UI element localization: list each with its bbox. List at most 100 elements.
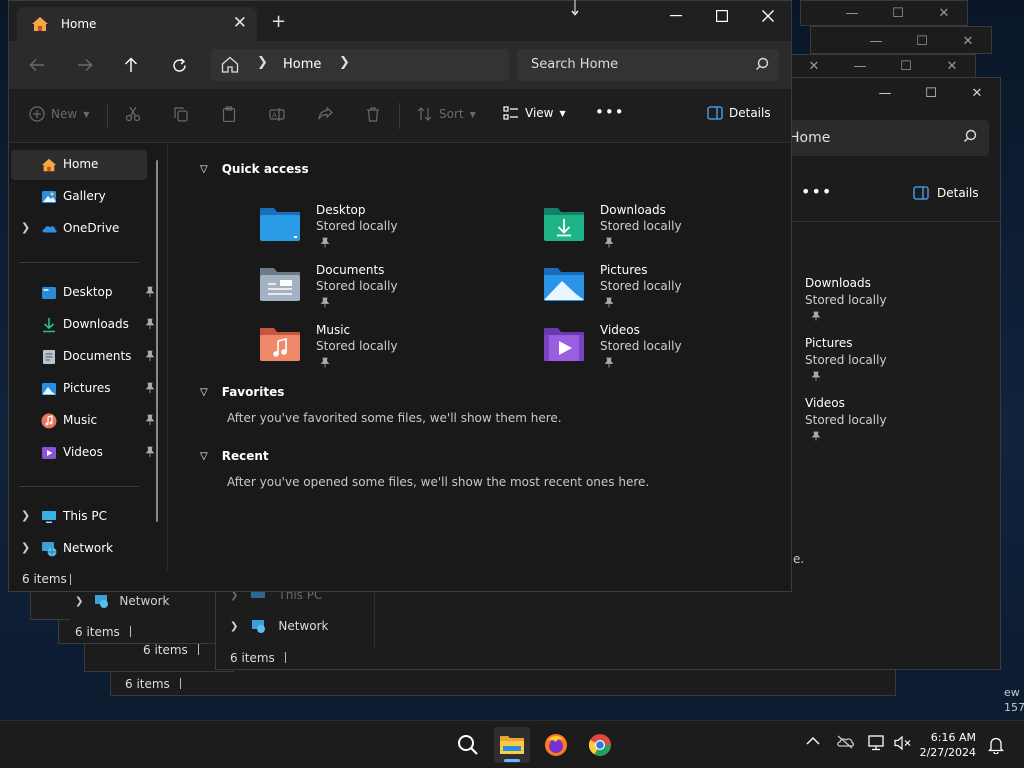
chevron-right-icon[interactable]: ❯ [339, 55, 350, 70]
quick-access-item-music[interactable]: Music Stored locally [258, 323, 508, 378]
quick-access-item-downloads[interactable]: Downloads Stored locally [542, 203, 792, 258]
sidebar-item-videos[interactable]: Videos [11, 438, 155, 468]
sidebar-item-music[interactable]: Music [11, 406, 155, 436]
refresh-button[interactable] [169, 55, 189, 75]
forward-arrow-icon [78, 59, 93, 71]
maximize-icon [716, 10, 728, 22]
new-button[interactable]: New ▼ [29, 106, 89, 122]
new-tab-button[interactable]: + [271, 11, 286, 32]
quick-access-item-videos[interactable]: Videos Stored locally [542, 323, 792, 378]
chevron-right-icon[interactable]: ❯ [257, 55, 268, 70]
chevron-right-icon[interactable]: ❯ [21, 541, 30, 554]
sort-button[interactable]: Sort ▼ [417, 106, 476, 122]
sidebar-scrollbar[interactable] [156, 160, 158, 522]
up-button[interactable] [121, 55, 141, 75]
network-label: Network [119, 594, 170, 608]
chevron-down-icon[interactable]: ▽ [200, 387, 208, 398]
maximize-icon[interactable]: ☐ [908, 86, 954, 101]
view-list-icon [503, 106, 518, 120]
scissors-icon [125, 106, 141, 122]
sidebar-item-gallery[interactable]: Gallery [11, 182, 147, 212]
sidebar-item-this-pc[interactable]: ❯ This PC [11, 502, 147, 532]
details-button[interactable]: Details [913, 186, 979, 200]
more-options-button[interactable]: ••• [595, 103, 625, 121]
sidebar-item-home[interactable]: Home [11, 150, 147, 180]
favorites-empty-message: After you've favorited some files, we'll… [227, 411, 562, 425]
clock-time: 6:16 AM [930, 731, 976, 744]
maximize-button[interactable] [699, 1, 745, 31]
quick-access-item-desktop[interactable]: Desktop Stored locally [258, 203, 508, 258]
search-input[interactable]: Search Home [517, 49, 779, 81]
breadcrumb-home[interactable]: Home [283, 57, 321, 72]
favorites-header[interactable]: ▽ Favorites [200, 385, 284, 399]
paste-button[interactable] [221, 106, 237, 122]
delete-button[interactable] [365, 106, 381, 122]
quick-access-header[interactable]: ▽ Quick access [200, 162, 309, 176]
close-window-button[interactable] [745, 1, 791, 31]
sidebar-item-downloads[interactable]: Downloads [11, 310, 155, 340]
pin-icon[interactable] [145, 382, 155, 394]
documents-folder-icon [43, 350, 55, 364]
pin-icon[interactable] [145, 318, 155, 330]
sidebar-item-onedrive[interactable]: ❯ OneDrive [11, 214, 147, 244]
quick-access-item-documents[interactable]: Documents Stored locally [258, 263, 508, 318]
search-icon [756, 57, 769, 70]
sidebar-item-desktop[interactable]: Desktop [11, 278, 155, 308]
pin-icon[interactable] [145, 350, 155, 362]
close-icon[interactable]: ✕ [954, 86, 1000, 101]
this-pc-icon [42, 511, 56, 523]
rename-button[interactable]: A [269, 106, 285, 122]
copy-button[interactable] [173, 106, 189, 122]
chevron-down-icon[interactable]: ▽ [200, 164, 208, 175]
chevron-right-icon[interactable]: ❯ [21, 221, 30, 234]
cut-button[interactable] [125, 106, 141, 122]
network-tray-button[interactable] [868, 735, 886, 754]
more-options-button[interactable]: ••• [801, 182, 832, 201]
taskbar-file-explorer-button[interactable] [494, 727, 530, 763]
sidebar-item-pictures[interactable]: Pictures [11, 374, 155, 404]
taskbar-chrome-button[interactable] [582, 727, 618, 763]
chevron-down-icon[interactable]: ▽ [200, 451, 208, 462]
show-hidden-icons-button[interactable] [806, 735, 820, 749]
sidebar-item-network[interactable]: ❯ Network [11, 534, 147, 564]
address-bar[interactable]: ❯ Home ❯ [211, 49, 509, 81]
share-button[interactable] [317, 106, 333, 122]
onedrive-tray-button[interactable] [836, 735, 855, 752]
recent-header[interactable]: ▽ Recent [200, 449, 269, 463]
pin-icon [320, 237, 330, 248]
taskbar-firefox-button[interactable] [538, 727, 574, 763]
details-button[interactable]: Details [707, 106, 771, 120]
network-status-icon [868, 735, 884, 751]
forward-button[interactable] [75, 55, 95, 75]
chevron-up-icon [806, 737, 820, 745]
pin-icon [320, 357, 330, 368]
documents-folder-icon [260, 268, 300, 301]
taskbar-search-button[interactable] [450, 727, 486, 763]
taskbar-clock[interactable]: 6:16 AM 2/27/2024 [920, 730, 976, 760]
recent-empty-message: After you've opened some files, we'll sh… [227, 475, 650, 489]
view-button[interactable]: View ▼ [503, 106, 566, 120]
pin-icon[interactable] [145, 414, 155, 426]
search-input[interactable]: Home [775, 120, 989, 156]
title-bar[interactable]: Home ✕ + [9, 1, 791, 41]
navigation-bar: ❯ Home ❯ Search Home [9, 41, 791, 89]
quick-access-item[interactable]: Downloads Stored locally [805, 276, 887, 324]
pin-icon [811, 311, 821, 321]
pin-icon[interactable] [145, 446, 155, 458]
chevron-right-icon[interactable]: ❯ [21, 509, 30, 522]
sidebar-item-documents[interactable]: Documents [11, 342, 155, 372]
quick-access-item[interactable]: Videos Stored locally [805, 396, 887, 444]
minimize-button[interactable] [653, 1, 699, 31]
close-tab-button[interactable]: ✕ [233, 13, 247, 33]
volume-tray-button[interactable] [894, 735, 912, 754]
content-pane: ▽ Quick access Desktop Stored locally Do… [167, 144, 791, 571]
background-window: — ☐ ✕ [800, 0, 968, 26]
notifications-button[interactable] [987, 736, 1005, 757]
quick-access-item-pictures[interactable]: Pictures Stored locally [542, 263, 792, 318]
minimize-icon[interactable]: — [862, 86, 908, 101]
refresh-icon [172, 57, 186, 72]
back-button[interactable] [27, 55, 47, 75]
pin-icon[interactable] [145, 286, 155, 298]
quick-access-item[interactable]: Pictures Stored locally [805, 336, 887, 384]
tab-home[interactable]: Home ✕ [17, 7, 257, 41]
